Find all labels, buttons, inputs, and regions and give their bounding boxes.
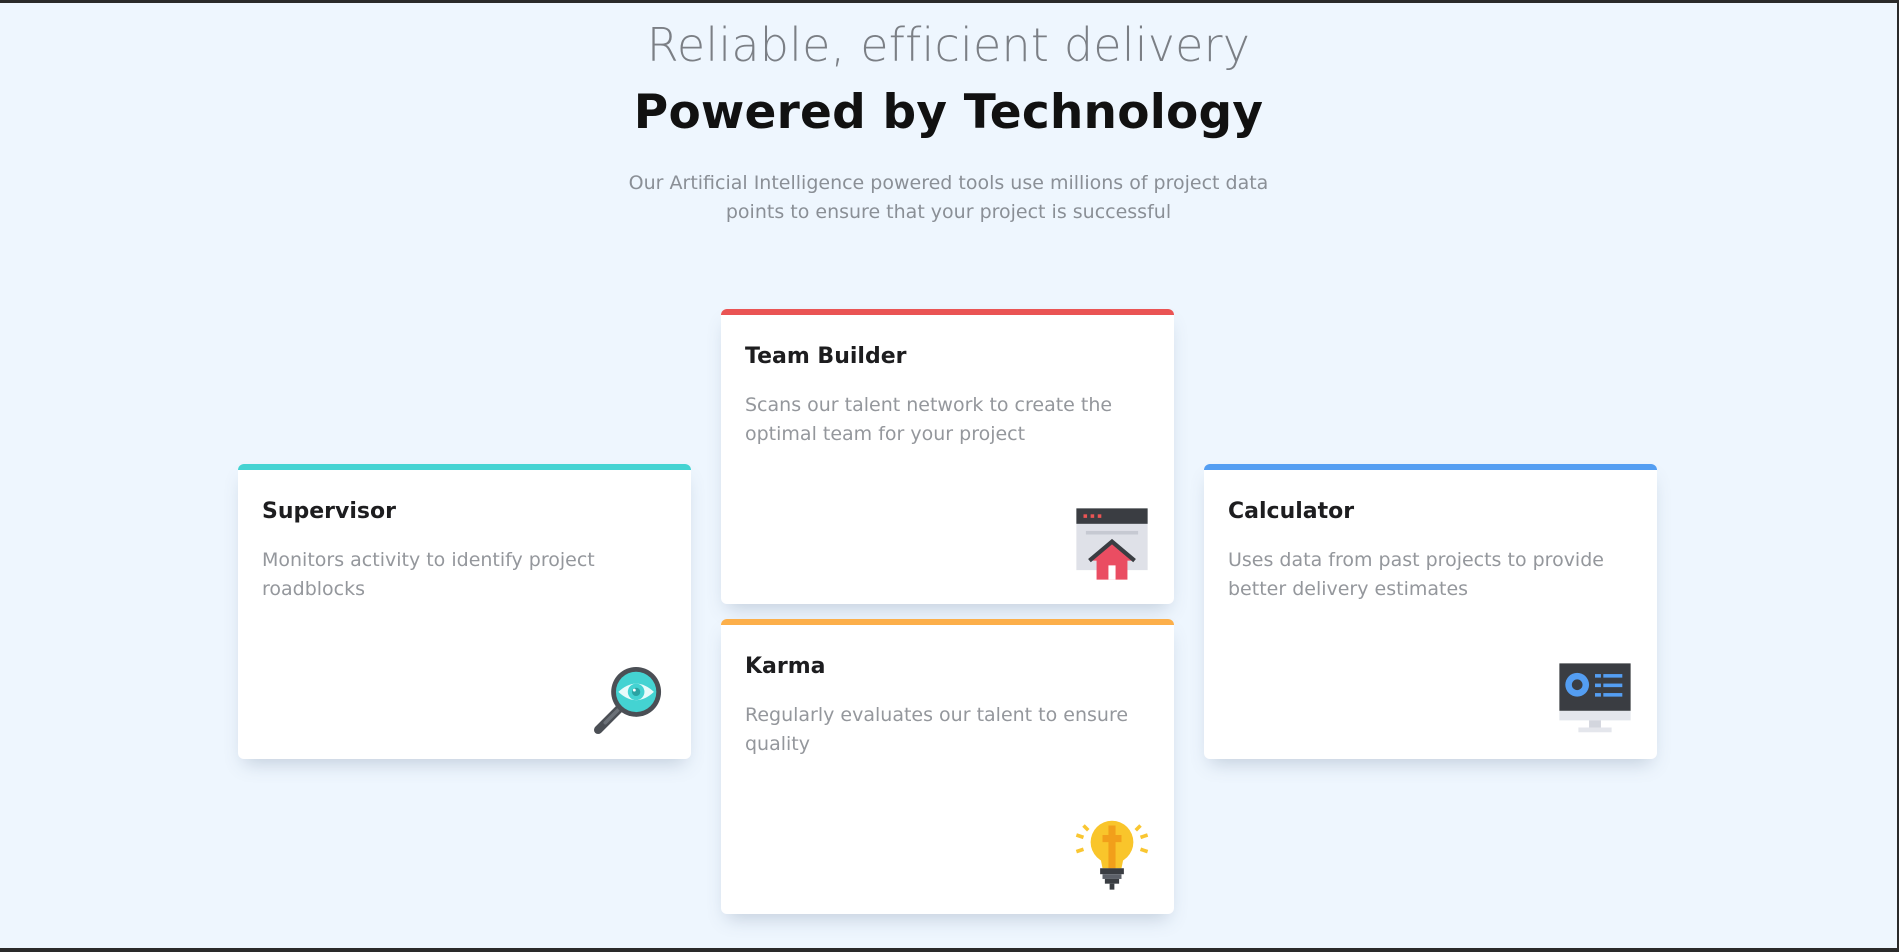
monitor-dashboard-icon — [1559, 663, 1631, 733]
card-accent-bar — [1204, 464, 1657, 470]
magnifier-eye-icon — [593, 666, 662, 735]
card-description: Scans our talent network to create the o… — [745, 394, 1113, 445]
card-calculator: Calculator Uses data from past projects … — [1204, 464, 1657, 759]
card-description: Regularly evaluates our talent to ensure… — [745, 704, 1129, 755]
card-title: Calculator — [1228, 499, 1355, 524]
card-accent-bar — [238, 464, 691, 470]
card-title: Karma — [745, 654, 826, 679]
card-title: Supervisor — [262, 499, 396, 524]
card-accent-bar — [721, 309, 1174, 315]
card-karma: Karma Regularly evaluates our talent to … — [721, 619, 1174, 914]
card-title: Team Builder — [745, 344, 907, 369]
window-bottom-edge — [0, 948, 1899, 952]
card-description: Monitors activity to identify project ro… — [262, 549, 595, 600]
lightbulb-icon — [1075, 820, 1149, 890]
page-subtitle: Our Artificial Intelligence powered tool… — [628, 172, 1269, 223]
card-team-builder: Team Builder Scans our talent network to… — [721, 309, 1174, 604]
card-description: Uses data from past projects to provide … — [1228, 549, 1604, 600]
page: Reliable, efficient delivery Powered by … — [0, 3, 1897, 950]
page-title: Powered by Technology — [633, 85, 1264, 140]
eyebrow-heading: Reliable, efficient delivery — [646, 18, 1251, 72]
card-supervisor: Supervisor Monitors activity to identify… — [238, 464, 691, 759]
browser-house-icon — [1076, 508, 1148, 580]
card-accent-bar — [721, 619, 1174, 625]
